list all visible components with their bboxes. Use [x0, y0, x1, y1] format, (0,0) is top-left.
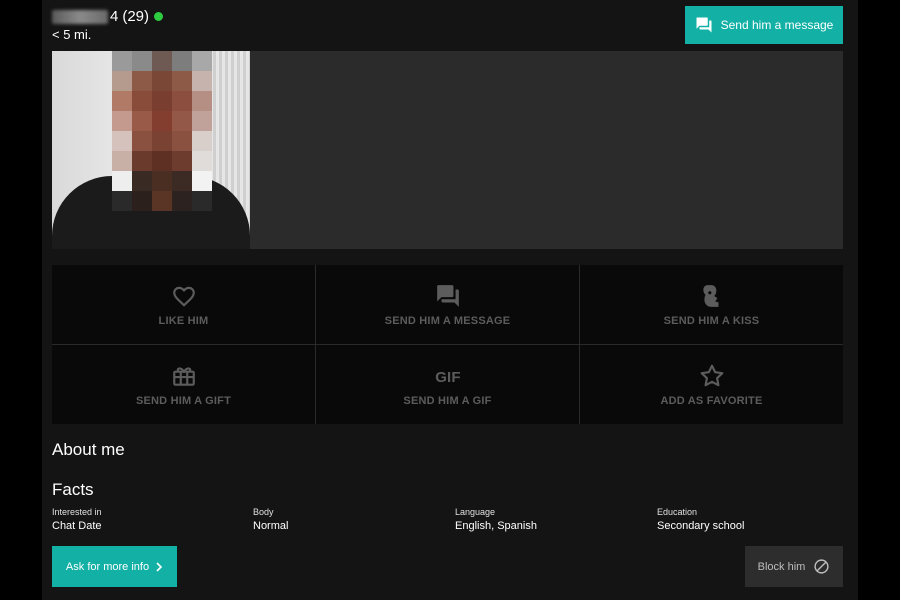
name-redaction: [52, 9, 108, 24]
fact-value: English, Spanish: [455, 520, 537, 532]
message-tile-label: SEND HIM A MESSAGE: [384, 314, 511, 327]
gif-label: SEND HIM A GIF: [403, 394, 492, 407]
favorite-label: ADD AS FAVORITE: [660, 394, 763, 407]
gift-button[interactable]: SEND HIM A GIFT: [52, 345, 315, 424]
send-message-label: Send him a message: [720, 18, 834, 32]
block-icon: [814, 559, 829, 574]
fact-interested-in: Interested in Chat Date: [52, 507, 102, 532]
star-icon: [700, 364, 723, 386]
like-button[interactable]: LIKE HIM: [52, 265, 315, 344]
fact-label: Interested in: [52, 507, 102, 517]
like-label: LIKE HIM: [158, 314, 209, 327]
kiss-label: SEND HIM A KISS: [663, 314, 760, 327]
fact-education: Education Secondary school: [657, 507, 744, 532]
fact-value: Normal: [253, 520, 289, 532]
gif-button[interactable]: GIF SEND HIM A GIF: [316, 345, 579, 424]
chevron-right-icon: [156, 561, 163, 572]
svg-text:GIF: GIF: [435, 369, 461, 386]
about-heading: About me: [52, 440, 125, 459]
heart-icon: [172, 286, 195, 307]
fact-language: Language English, Spanish: [455, 507, 537, 532]
ask-more-info-button[interactable]: Ask for more info: [52, 546, 177, 587]
kiss-icon: [702, 284, 718, 307]
gift-label: SEND HIM A GIFT: [135, 394, 232, 407]
profile-distance: < 5 mi.: [52, 27, 92, 42]
fact-label: Language: [455, 507, 496, 517]
gif-icon: GIF: [435, 369, 461, 386]
kiss-button[interactable]: SEND HIM A KISS: [580, 265, 843, 344]
profile-name: 4 (29): [52, 8, 164, 25]
profile-photo[interactable]: [52, 51, 250, 249]
favorite-button[interactable]: ADD AS FAVORITE: [580, 345, 843, 424]
chat-icon: [436, 284, 459, 307]
action-grid: LIKE HIM SEND HIM A MESSAGE SEND HIM A K…: [52, 265, 843, 424]
fact-label: Education: [657, 507, 698, 517]
block-label: Block him: [757, 560, 806, 573]
fact-value: Chat Date: [52, 520, 102, 532]
online-status-dot: [154, 12, 164, 21]
chat-icon: [696, 17, 712, 33]
profile-age: (29): [122, 8, 150, 25]
gift-icon: [172, 366, 195, 386]
fact-body: Body Normal: [253, 507, 288, 532]
name-suffix: 4: [110, 8, 119, 25]
photo-gallery: [52, 51, 843, 249]
ask-more-info-label: Ask for more info: [65, 560, 150, 573]
message-tile-button[interactable]: SEND HIM A MESSAGE: [316, 265, 579, 344]
fact-value: Secondary school: [657, 520, 745, 532]
send-message-button[interactable]: Send him a message: [685, 6, 843, 44]
face-pixelation: [112, 51, 212, 211]
facts-heading: Facts: [52, 480, 94, 499]
fact-label: Body: [253, 507, 274, 517]
block-button[interactable]: Block him: [745, 546, 843, 587]
